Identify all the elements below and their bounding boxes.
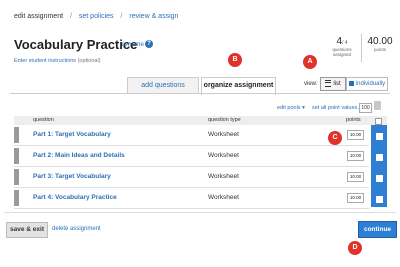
assigned-label: assigned	[332, 52, 351, 57]
view-list-label: list	[333, 81, 341, 87]
question-type: Worksheet	[208, 131, 239, 138]
question-type: Worksheet	[208, 173, 239, 180]
points-stat: 40.00 points	[361, 34, 399, 62]
delete-assignment-link[interactable]: delete assignment	[52, 226, 101, 232]
list-icon	[325, 79, 332, 87]
points-total: 40.00	[367, 36, 393, 47]
breadcrumb: edit assignment / set policies / review …	[14, 13, 178, 20]
trash-icon[interactable]	[374, 101, 381, 110]
view-individually-label: individually	[355, 81, 386, 87]
assignment-editor: edit assignment / set policies / review …	[0, 0, 400, 267]
points-input[interactable]: 10.00	[347, 172, 364, 182]
header-points: points	[346, 117, 361, 123]
rename-link[interactable]: rename	[122, 41, 144, 48]
points-input[interactable]: 10.00	[347, 151, 364, 161]
assignment-title: Vocabulary Practice	[14, 37, 138, 52]
set-all-points-link[interactable]: set all point values...	[312, 105, 362, 111]
table-row: Part 4: Vocabulary Practice Worksheet 10…	[14, 188, 369, 209]
header-question: question	[33, 117, 54, 123]
select-all-checkbox[interactable]	[375, 118, 382, 125]
points-input[interactable]: 10.00	[347, 193, 364, 203]
crumb-separator: /	[69, 13, 72, 20]
question-link[interactable]: Part 4: Vocabulary Practice	[33, 194, 117, 201]
row-checkbox[interactable]	[376, 133, 383, 140]
question-type: Worksheet	[208, 152, 239, 159]
crumb-separator: /	[120, 13, 123, 20]
drag-handle[interactable]	[14, 127, 19, 143]
callout-d: D	[348, 241, 362, 255]
footer-divider	[4, 212, 396, 213]
table-row: Part 2: Main Ideas and Details Worksheet…	[14, 146, 369, 167]
continue-button[interactable]: continue	[358, 221, 397, 238]
question-type: Worksheet	[208, 194, 239, 201]
question-link[interactable]: Part 2: Main Ideas and Details	[33, 152, 125, 159]
row-checkbox[interactable]	[376, 196, 383, 203]
points-input[interactable]: 10.00	[347, 130, 364, 140]
table-row: Part 1: Target Vocabulary Worksheet 10.0…	[14, 125, 369, 146]
instructions-label: Enter student instructions	[14, 58, 77, 64]
all-points-input[interactable]: 100	[359, 103, 372, 113]
view-list-button[interactable]: list	[320, 77, 346, 91]
crumb-edit-assignment: edit assignment	[14, 13, 64, 20]
header-question-type: question type	[208, 117, 241, 123]
question-link[interactable]: Part 3: Target Vocabulary	[33, 173, 111, 180]
questions-total: / 4	[342, 40, 348, 46]
crumb-review-assign[interactable]: review & assign	[129, 13, 178, 20]
view-label: view:	[304, 81, 318, 87]
question-link[interactable]: Part 1: Target Vocabulary	[33, 131, 111, 138]
drag-handle[interactable]	[14, 190, 19, 206]
student-instructions-link[interactable]: Enter student instructions (optional)	[14, 58, 101, 64]
table-header: question question type points	[14, 116, 387, 125]
edit-pools-dropdown[interactable]: edit pools ▾	[277, 105, 305, 111]
tab-add-questions[interactable]: add questions	[127, 77, 199, 94]
row-checkbox[interactable]	[376, 154, 383, 161]
drag-handle[interactable]	[14, 148, 19, 164]
questions-assigned-stat: 4/ 4 questions assigned	[323, 34, 362, 62]
table-row: Part 3: Target Vocabulary Worksheet 10.0…	[14, 167, 369, 188]
callout-c: C	[328, 131, 342, 145]
save-exit-button[interactable]: save & exit	[6, 222, 48, 238]
points-label: points	[373, 47, 386, 52]
crumb-set-policies[interactable]: set policies	[79, 13, 114, 20]
callout-b: B	[228, 53, 242, 67]
single-item-icon	[348, 80, 354, 86]
callout-a: A	[303, 55, 317, 69]
help-icon[interactable]: ?	[145, 40, 153, 48]
instructions-optional: (optional)	[77, 58, 101, 64]
drag-handle[interactable]	[14, 169, 19, 185]
view-individually-button[interactable]: individually	[346, 77, 388, 91]
tab-divider	[10, 93, 390, 94]
row-checkbox[interactable]	[376, 175, 383, 182]
